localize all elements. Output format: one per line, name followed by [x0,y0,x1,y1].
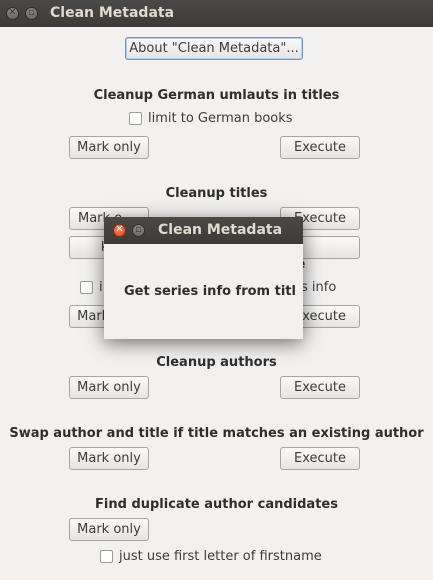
swap-mark-only-button[interactable]: Mark only [69,447,149,470]
close-window-button[interactable]: ✕ [6,7,19,20]
titles-heading: Cleanup titles [165,186,268,201]
authors-mark-only-button[interactable]: Mark only [69,376,149,399]
swap-heading: Swap author and title if title matches a… [9,426,424,441]
duplicates-mark-only-button[interactable]: Mark only [69,518,149,541]
close-icon: ✕ [115,224,124,235]
swap-execute-button[interactable]: Execute [280,447,360,470]
dialog-maximize-button[interactable]: ▫ [132,224,145,237]
umlauts-execute-button[interactable]: Execute [280,136,360,159]
maximize-icon: ▫ [28,7,35,18]
about-button[interactable]: About "Clean Metadata"... [125,37,303,60]
maximize-window-button[interactable]: ▫ [25,7,38,20]
limit-german-checkbox-row[interactable]: limit to German books [129,111,309,129]
dialog-close-button[interactable]: ✕ [113,224,126,237]
series-checkbox[interactable] [80,281,93,294]
window-titlebar[interactable]: ✕ ▫ Clean Metadata [0,0,433,27]
dialog-titlebar[interactable]: ✕ ▫ Clean Metadata [104,217,303,244]
maximize-icon: ▫ [135,224,142,235]
first-letter-checkbox[interactable] [100,550,113,563]
series-checkbox-label-head: i [99,280,103,295]
close-icon: ✕ [8,7,17,18]
first-letter-label: just use first letter of firstname [119,549,322,564]
first-letter-checkbox-row[interactable]: just use first letter of firstname [100,549,340,567]
secondary-dialog[interactable]: ✕ ▫ Clean Metadata Get series info from … [104,217,303,339]
window-title: Clean Metadata [50,5,175,21]
authors-heading: Cleanup authors [156,355,277,370]
duplicates-heading: Find duplicate author candidates [95,497,338,512]
dialog-series-heading: Get series info from titl [124,284,296,299]
dialog-title: Clean Metadata [158,222,283,238]
authors-execute-button[interactable]: Execute [280,376,360,399]
umlauts-heading: Cleanup German umlauts in titles [93,88,340,103]
limit-german-checkbox[interactable] [129,112,142,125]
limit-german-label: limit to German books [148,111,293,126]
umlauts-mark-only-button[interactable]: Mark only [69,136,149,159]
